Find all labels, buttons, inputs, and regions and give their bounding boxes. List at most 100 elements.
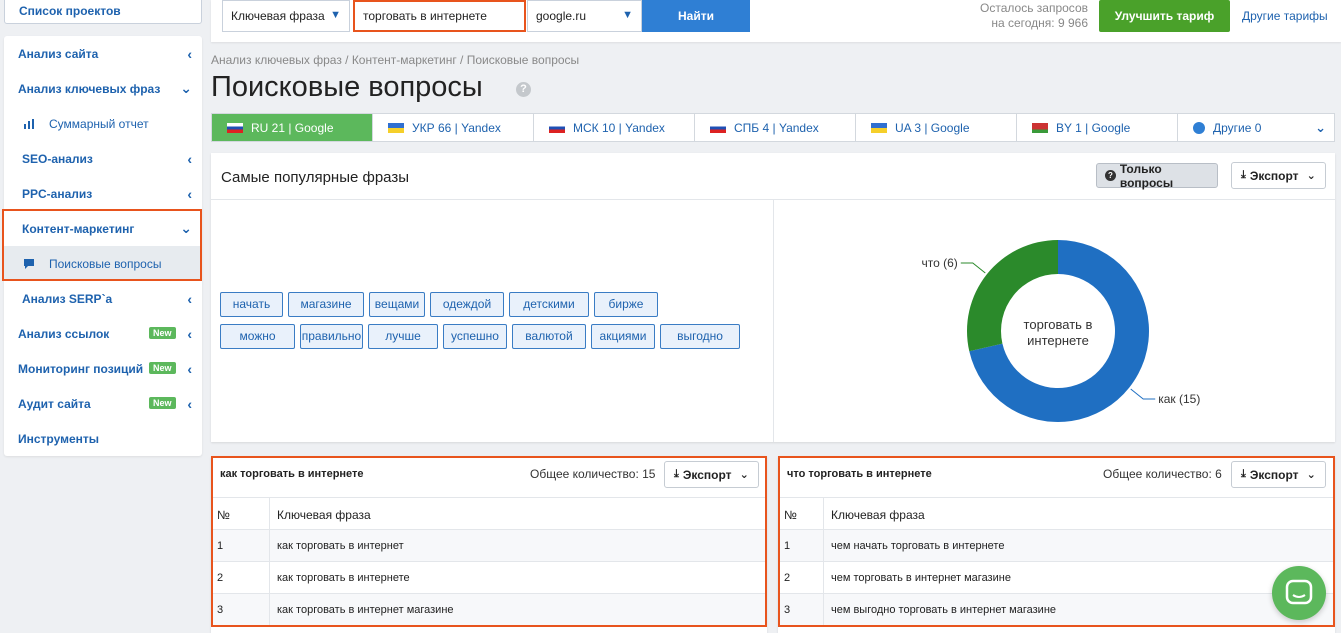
tab-label: Другие 0 [1213, 120, 1262, 135]
belarus-flag-icon [1032, 122, 1048, 133]
phrase-chip[interactable]: выгодно [660, 324, 740, 349]
table-what: что торговать в интернете Общее количест… [778, 456, 1335, 633]
panel-header: Самые популярные фразы ? Только вопросы ⤓… [211, 153, 1335, 200]
chevron-left-icon: ‹ [187, 45, 192, 62]
search-mode-value: Ключевая фраза [231, 9, 325, 23]
search-mode-select[interactable]: Ключевая фраза ▼ [222, 0, 350, 32]
sidebar-item-site-analysis[interactable]: Анализ сайта ‹ [4, 36, 202, 71]
sidebar-item-label: Анализ сайта [18, 46, 99, 61]
donut-slice-label: что (6) [921, 256, 957, 270]
sidebar-item-summary-report[interactable]: Суммарный отчет [4, 106, 202, 141]
panel-title: Самые популярные фразы [221, 169, 410, 186]
sidebar-item-serp-analysis[interactable]: Анализ SERP`а ‹ [4, 281, 202, 316]
donut-chart: как (15) что (6) торговать в интернете [921, 240, 1200, 422]
new-badge: New [149, 397, 176, 409]
tab-label: BY 1 | Google [1056, 120, 1131, 135]
donut-center-text: торговать в интернете [1024, 317, 1093, 348]
highlight-frame [211, 456, 767, 627]
tab-ukr-yandex[interactable]: УКР 66 | Yandex [373, 114, 534, 141]
tab-spb-yandex[interactable]: СПБ 4 | Yandex [695, 114, 856, 141]
button-label: Только вопросы [1119, 161, 1174, 190]
other-tariffs-link[interactable]: Другие тарифы [1242, 9, 1328, 23]
chevron-left-icon: ‹ [187, 395, 192, 412]
tab-ua-google[interactable]: UA 3 | Google [856, 114, 1017, 141]
sidebar-item-label: Анализ ссылок [18, 326, 110, 341]
sidebar-item-tools[interactable]: Инструменты [4, 421, 202, 456]
donut-label-line [960, 262, 986, 274]
tab-label: УКР 66 | Yandex [412, 120, 501, 135]
new-badge: New [149, 327, 176, 339]
chevron-left-icon: ‹ [187, 290, 192, 307]
phrase-chip[interactable]: правильно [300, 324, 363, 349]
tab-other-regions[interactable]: Другие 0 ⌄ [1178, 114, 1334, 141]
breadcrumb: Анализ ключевых фраз / Контент-маркетинг… [211, 53, 580, 67]
tab-label: СПБ 4 | Yandex [734, 120, 819, 135]
tab-by-google[interactable]: BY 1 | Google [1017, 114, 1178, 141]
tab-label: МСК 10 | Yandex [573, 120, 665, 135]
sidebar-item-label: Мониторинг позиций [18, 361, 144, 376]
sidebar: Анализ сайта ‹ Анализ ключевых фраз ⌄ Сумм… [2, 36, 202, 456]
sidebar-item-label: Анализ SERP`а [22, 291, 113, 306]
chat-button[interactable] [1272, 566, 1326, 620]
phrase-chip[interactable]: лучше [368, 324, 438, 349]
search-bar: Ключевая фраза ▼ торговать в интернете go… [211, 0, 1341, 42]
sidebar-item-link-analysis[interactable]: Анализ ссылок New ‹ [4, 316, 202, 351]
chevron-left-icon: ‹ [187, 325, 192, 342]
help-icon[interactable]: ? [516, 82, 531, 97]
table-how: как торговать в интернете Общее количест… [211, 456, 767, 633]
only-questions-button[interactable]: ? Только вопросы [1096, 161, 1218, 190]
highlight-frame [2, 209, 202, 281]
russia-flag-icon [549, 122, 565, 133]
phrase-chip[interactable]: начать [220, 292, 283, 317]
upgrade-tariff-button[interactable]: Улучшить тариф [1099, 0, 1230, 32]
chevron-down-icon: ⌄ [1315, 120, 1326, 135]
ukraine-flag-icon [871, 122, 887, 133]
phrase-chip[interactable]: акциями [591, 324, 655, 349]
phrase-chip[interactable]: бирже [594, 292, 658, 317]
tab-msk-yandex[interactable]: МСК 10 | Yandex [534, 114, 695, 141]
search-query-value: торговать в интернете [363, 9, 487, 23]
highlight-frame [778, 456, 1335, 627]
chat-icon [1285, 579, 1313, 605]
chevron-left-icon: ‹ [187, 360, 192, 377]
bar-chart-icon [24, 118, 34, 129]
sidebar-item-label: Суммарный отчет [49, 116, 149, 131]
page-title: Поисковые вопросы [211, 71, 483, 103]
region-tabs: RU 21 | Google УКР 66 | Yandex МСК 10 | … [211, 113, 1335, 142]
chevron-left-icon: ‹ [187, 150, 192, 167]
export-button[interactable]: ⤓ Экспорт ⌄ [1231, 162, 1326, 189]
sidebar-item-site-audit[interactable]: Аудит сайта New ‹ [4, 386, 202, 421]
sidebar-item-label: Аудит сайта [18, 396, 91, 411]
phrase-chip[interactable]: валютой [512, 324, 586, 349]
phrase-chip[interactable]: вещами [369, 292, 425, 317]
button-label: Экспорт [1249, 168, 1299, 183]
sidebar-item-label: PPC-анализ [22, 186, 93, 201]
tab-label: UA 3 | Google [895, 120, 970, 135]
phrase-chip[interactable]: одеждой [430, 292, 504, 317]
popular-phrases-panel: Самые популярные фразы ? Только вопросы ⤓… [211, 153, 1335, 442]
phrase-chip[interactable]: детскими [509, 292, 589, 317]
chevron-down-icon: ▼ [622, 9, 633, 21]
chevron-down-icon: ⌄ [180, 80, 192, 96]
phrase-chip[interactable]: успешно [443, 324, 507, 349]
russia-flag-icon [227, 122, 243, 133]
chevron-left-icon: ‹ [187, 185, 192, 202]
remaining-requests: Осталось запросов на сегодня: 9 966 [980, 1, 1088, 31]
search-engine-select[interactable]: google.ru ▼ [527, 0, 642, 32]
sidebar-item-seo-analysis[interactable]: SEO-анализ ‹ [4, 141, 202, 176]
sidebar-item-label: Анализ ключевых фраз [18, 81, 161, 96]
new-badge: New [149, 362, 176, 374]
russia-flag-icon [710, 122, 726, 133]
phrase-chip[interactable]: магазине [288, 292, 364, 317]
search-input[interactable]: торговать в интернете [353, 0, 526, 32]
phrase-chip[interactable]: можно [220, 324, 295, 349]
sidebar-item-keyword-analysis[interactable]: Анализ ключевых фраз ⌄ [4, 71, 202, 106]
projects-list-button[interactable]: Список проектов [4, 0, 202, 24]
ukraine-flag-icon [388, 122, 404, 133]
sidebar-item-ppc-analysis[interactable]: PPC-анализ ‹ [4, 176, 202, 211]
search-engine-value: google.ru [536, 9, 587, 23]
question-icon: ? [1105, 170, 1116, 181]
tab-ru-google[interactable]: RU 21 | Google [212, 114, 373, 141]
sidebar-item-position-monitoring[interactable]: Мониторинг позиций New ‹ [4, 351, 202, 386]
find-button[interactable]: Найти [642, 0, 750, 32]
